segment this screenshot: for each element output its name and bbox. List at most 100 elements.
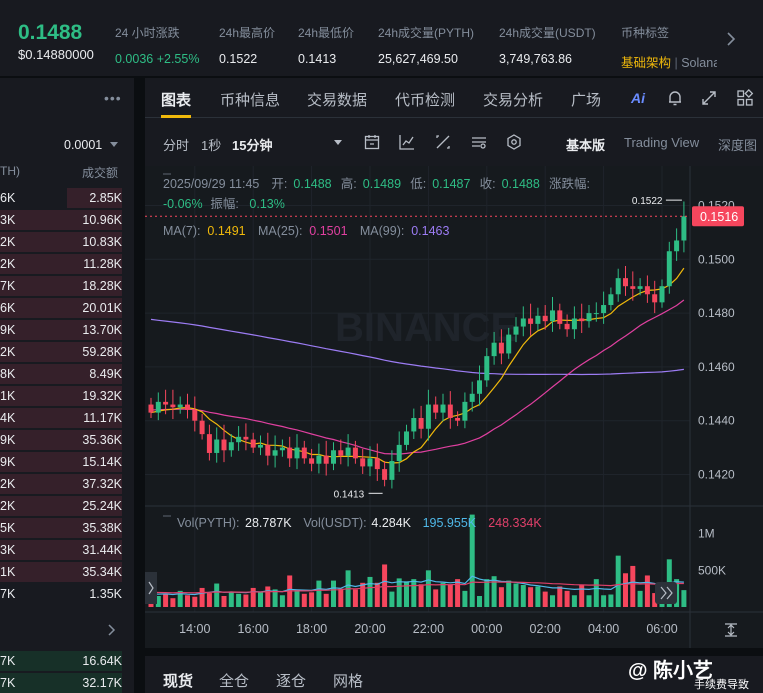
book-row[interactable]: 9K 13.70K [0,319,134,341]
book-row[interactable]: 2K 10.83K [0,231,134,253]
volume-bar [228,592,234,607]
candle-body [243,436,249,440]
candle-body [250,439,256,448]
tab-trading-data[interactable]: 交易数据 [307,89,367,110]
stat-24h-volume-quote: 24h成交量(USDT) 3,749,763.86 [499,24,596,66]
more-options-icon[interactable]: ••• [104,90,122,106]
gear-icon[interactable] [505,133,523,151]
volume-bar [593,579,599,607]
candle-body [542,315,548,322]
book-row[interactable]: 6K 20.01K [0,297,134,319]
volume-bar [265,586,271,607]
book-row[interactable]: 1K 19.32K [0,385,134,407]
tab-cross[interactable]: 全仓 [219,670,249,691]
tab-grid[interactable]: 网格 [333,670,363,691]
candle-body [513,326,519,335]
book-row[interactable]: 9K 35.36K [0,429,134,451]
book-row[interactable]: 6K 2.85K [0,187,134,209]
volume-bar [389,591,395,607]
tab-square[interactable]: 广场 [571,89,601,110]
book-row[interactable]: 2K 37.32K [0,473,134,495]
tab-token-check[interactable]: 代币检测 [395,89,455,110]
volume-bar [279,595,285,607]
book-total: 15.14K [82,455,122,469]
bell-icon[interactable] [665,88,685,108]
book-row[interactable]: 7K 18.28K [0,275,134,297]
volume-bar [564,590,570,607]
tag-values: 基础架构 | Solana [621,52,717,71]
price-tick-label: 0.1480 [698,306,735,320]
tab-spot[interactable]: 现货 [163,670,193,691]
stat-value: 0.1413 [298,52,337,66]
ai-icon[interactable]: Ai [631,90,645,106]
volume-bar [294,590,300,607]
fullscreen-icon[interactable] [699,88,719,108]
volume-legend-value: 4.284K [371,516,411,530]
interval-time-button[interactable]: 分时 [163,135,189,154]
candle-body [433,404,439,413]
book-row[interactable]: 4K 11.17K [0,407,134,429]
book-amount: 2K [0,499,16,513]
precision-select[interactable]: 0.0001 [64,138,102,152]
tab-coin-info[interactable]: 币种信息 [220,89,280,110]
book-row[interactable]: 7K 32.17K [0,672,134,693]
volume-bar [623,573,628,607]
tag-link[interactable]: 基础架构 [621,56,671,70]
legend-label: 振幅: [210,196,238,211]
volume-bar [630,565,636,607]
book-row[interactable]: 2K 59.28K [0,341,134,363]
book-total: 19.32K [82,389,122,403]
interval-15m-button[interactable]: 15分钟 [232,135,272,154]
tradingview-button[interactable]: Trading View [624,135,699,150]
stat-24h-volume-base: 24h成交量(PYTH) 25,627,469.50 [378,24,474,66]
chart-area[interactable]: BINANCE 0.1520 0.1500 0.1480 0.1460 0.1440 0.… [145,166,763,648]
book-row[interactable]: 2K 11.28K [0,253,134,275]
calendar-icon[interactable] [363,133,381,151]
candle-body [360,458,366,467]
book-row[interactable]: 7K 1.35K [0,583,134,605]
book-row[interactable]: 3K 31.44K [0,539,134,561]
book-row[interactable]: 5K 35.38K [0,517,134,539]
chevron-down-icon[interactable] [334,140,342,145]
chevron-right-icon[interactable] [724,30,738,48]
indicator-icon[interactable] [398,133,416,151]
tab-trade-analysis[interactable]: 交易分析 [483,89,543,110]
stat-label: 币种标签 [621,26,670,40]
volume-bar [615,555,621,607]
interval-1s-button[interactable]: 1秒 [201,135,221,154]
stat-value: 3,749,763.86 [499,52,572,66]
tab-chart[interactable]: 图表 [161,89,191,110]
candlestick-chart[interactable]: BINANCE 0.15200.15000.14800.14600.14400.… [145,166,763,648]
draw-tools-icon[interactable] [434,133,452,151]
time-tick-label: 14:00 [179,622,210,636]
book-total: 20.01K [82,301,122,315]
basic-view-button[interactable]: 基本版 [566,135,605,154]
chevron-right-icon[interactable] [106,623,118,637]
chevron-down-icon[interactable] [110,142,118,147]
book-row[interactable]: 7K 16.64K [0,650,134,672]
book-row[interactable]: 1K 35.34K [0,561,134,583]
candle-body [309,458,315,464]
book-row[interactable]: 9K 15.14K [0,451,134,473]
volume-bar [455,579,461,607]
tab-isolated[interactable]: 逐仓 [276,670,306,691]
volume-legend-value: 28.787K [245,516,292,530]
volume-bar [571,595,577,607]
candle-body [484,356,490,381]
layout-grid-icon[interactable] [735,88,755,108]
book-amount: 3K [0,543,16,557]
time-tick-label: 22:00 [413,622,444,636]
legend-amplitude: 0.13% [249,197,284,211]
book-total: 11.17K [83,411,122,425]
ma-legend-value: 0.1463 [411,224,449,238]
settings-sliders-icon[interactable] [470,133,488,151]
book-row[interactable]: 3K 10.96K [0,209,134,231]
depth-chart-button[interactable]: 深度图 [718,135,757,154]
book-row[interactable]: 8K 8.49K [0,363,134,385]
volume-bar [608,594,614,607]
time-tick-label: 20:00 [354,622,385,636]
tag-link[interactable]: Solana [681,56,717,70]
book-row[interactable]: 2K 25.24K [0,495,134,517]
book-amount: 5K [0,521,16,535]
book-total: 37.32K [82,477,122,491]
